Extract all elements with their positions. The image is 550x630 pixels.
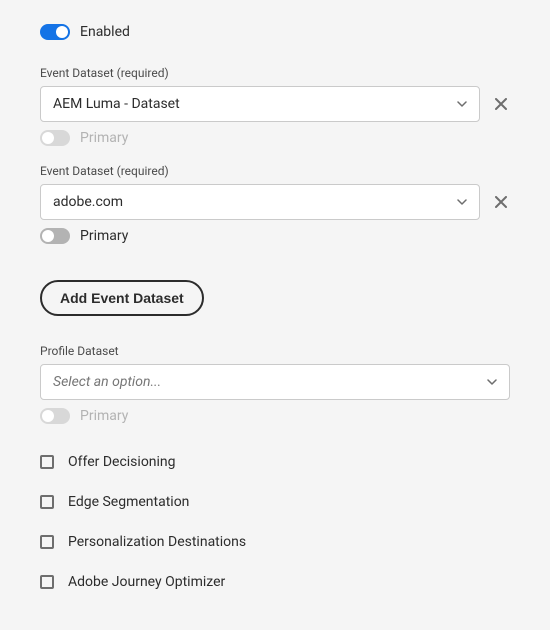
checkboxes-section: Offer Decisioning Edge Segmentation Pers… (40, 454, 510, 590)
adobe-journey-optimizer-checkbox[interactable] (40, 575, 54, 589)
checkbox-row-edge-segmentation: Edge Segmentation (40, 494, 510, 510)
chevron-down-icon (487, 377, 497, 387)
close-icon (495, 98, 507, 110)
primary-row: Primary (40, 408, 510, 424)
primary-label: Primary (80, 408, 128, 424)
event-dataset-label: Event Dataset (required) (40, 66, 510, 80)
chevron-down-icon (457, 197, 467, 207)
event-dataset-select-1[interactable]: AEM Luma - Dataset (40, 86, 480, 122)
profile-primary-toggle (40, 408, 70, 424)
primary-toggle-2[interactable] (40, 228, 70, 244)
enabled-label: Enabled (80, 24, 130, 40)
checkbox-row-offer-decisioning: Offer Decisioning (40, 454, 510, 470)
offer-decisioning-checkbox[interactable] (40, 455, 54, 469)
primary-label: Primary (80, 228, 128, 244)
enabled-toggle[interactable] (40, 24, 70, 40)
primary-toggle-1 (40, 130, 70, 146)
toggle-knob (42, 410, 54, 422)
primary-label: Primary (80, 130, 128, 146)
chevron-down-icon (457, 99, 467, 109)
toggle-knob (42, 230, 54, 242)
profile-dataset-select[interactable]: Select an option... (40, 364, 510, 400)
select-placeholder: Select an option... (53, 374, 161, 390)
select-row: AEM Luma - Dataset (40, 86, 510, 122)
checkbox-row-adobe-journey-optimizer: Adobe Journey Optimizer (40, 574, 510, 590)
checkbox-row-personalization-destinations: Personalization Destinations (40, 534, 510, 550)
checkbox-label: Offer Decisioning (68, 454, 176, 470)
toggle-knob (56, 26, 68, 38)
edge-segmentation-checkbox[interactable] (40, 495, 54, 509)
personalization-destinations-checkbox[interactable] (40, 535, 54, 549)
add-event-dataset-button[interactable]: Add Event Dataset (40, 280, 204, 316)
checkbox-label: Edge Segmentation (68, 494, 189, 510)
primary-row: Primary (40, 228, 510, 244)
event-dataset-group-2: Event Dataset (required) adobe.com Prima… (40, 164, 510, 244)
event-dataset-label: Event Dataset (required) (40, 164, 510, 178)
profile-dataset-label: Profile Dataset (40, 344, 510, 358)
select-value: AEM Luma - Dataset (53, 96, 180, 112)
checkbox-label: Personalization Destinations (68, 534, 246, 550)
select-row: adobe.com (40, 184, 510, 220)
select-value: adobe.com (53, 194, 123, 210)
remove-dataset-button-1[interactable] (492, 95, 510, 113)
checkbox-label: Adobe Journey Optimizer (68, 574, 225, 590)
enabled-row: Enabled (40, 24, 510, 40)
remove-dataset-button-2[interactable] (492, 193, 510, 211)
event-dataset-group-1: Event Dataset (required) AEM Luma - Data… (40, 66, 510, 146)
close-icon (495, 196, 507, 208)
toggle-knob (42, 132, 54, 144)
primary-row: Primary (40, 130, 510, 146)
select-row: Select an option... (40, 364, 510, 400)
profile-dataset-group: Profile Dataset Select an option... Prim… (40, 344, 510, 424)
event-dataset-select-2[interactable]: adobe.com (40, 184, 480, 220)
